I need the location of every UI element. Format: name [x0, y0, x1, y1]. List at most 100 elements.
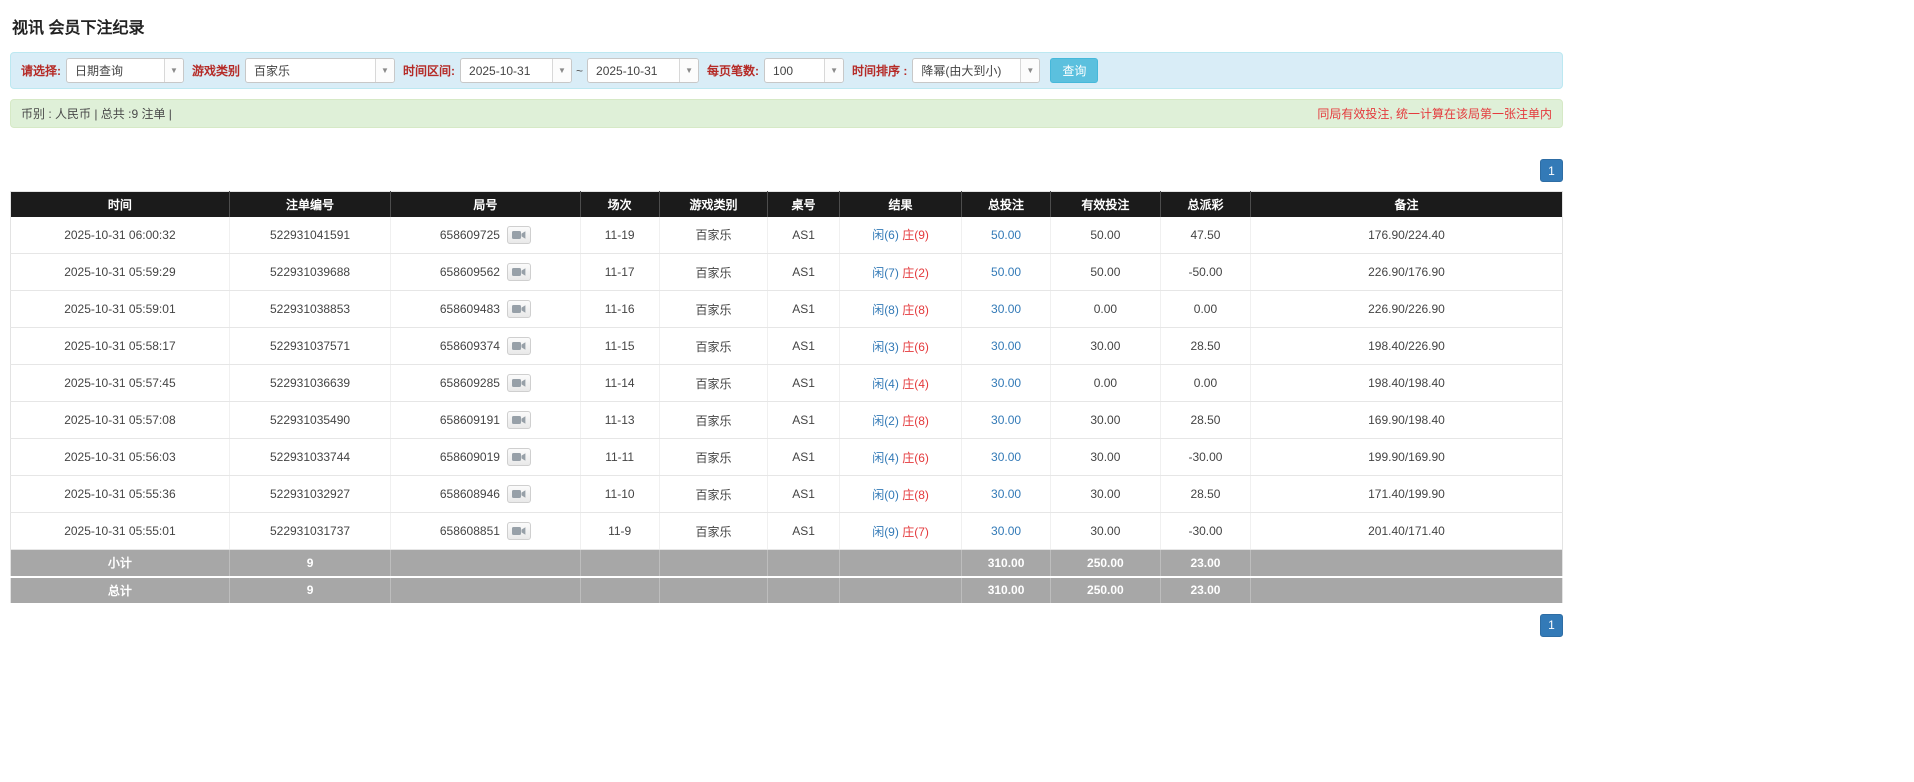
summary-empty-cell: [767, 576, 840, 605]
sort-order-label: 时间排序 :: [852, 64, 908, 78]
cell-table-no: AS1: [767, 290, 840, 328]
video-camera-icon[interactable]: [506, 225, 531, 244]
cell-session: 11-13: [580, 401, 660, 439]
cell-round-id: 658608851: [390, 512, 581, 550]
cell-result: 闲(8) 庄(8): [839, 290, 963, 328]
total-bet-link[interactable]: 50.00: [991, 265, 1021, 279]
summary-empty-cell: [390, 576, 581, 605]
video-camera-icon[interactable]: [506, 337, 531, 355]
chevron-down-icon[interactable]: ▼: [164, 59, 183, 82]
column-header-8: 有效投注: [1050, 191, 1161, 217]
query-button[interactable]: 查询: [1050, 58, 1099, 83]
date-range-tilde: ~: [576, 63, 584, 78]
cell-payout: 28.50: [1160, 401, 1251, 439]
cell-table-no: AS1: [767, 327, 840, 365]
cell-result: 闲(7) 庄(2): [839, 253, 963, 291]
result-banker: 庄(8): [902, 487, 929, 502]
cell-result: 闲(6) 庄(9): [839, 216, 963, 254]
chevron-down-icon[interactable]: ▼: [375, 59, 395, 82]
cell-time: 2025-10-31 05:57:45: [10, 364, 230, 402]
total-bet-link[interactable]: 30.00: [991, 413, 1021, 427]
summary-empty-cell: [659, 576, 769, 605]
total-bet-link[interactable]: 30.00: [991, 302, 1021, 316]
cell-game-type: 百家乐: [659, 290, 769, 328]
table-row: 2025-10-31 05:59:01 522931038853 658609483…: [10, 290, 1563, 328]
column-header-5: 桌号: [767, 191, 840, 217]
cell-payout: 28.50: [1160, 327, 1251, 365]
video-camera-icon[interactable]: [506, 485, 531, 503]
summary-count: 9: [229, 549, 392, 578]
per-page-select[interactable]: 100 ▼: [764, 58, 845, 83]
video-camera-icon[interactable]: [506, 522, 531, 540]
result-banker: 庄(4): [902, 376, 929, 391]
cell-game-type: 百家乐: [659, 438, 769, 476]
round-id-text: 658609374: [439, 339, 500, 353]
video-camera-icon[interactable]: [506, 300, 531, 318]
chevron-down-icon[interactable]: ▼: [679, 59, 699, 82]
result-banker: 庄(9): [902, 228, 929, 243]
cell-payout: 28.50: [1160, 475, 1251, 513]
round-id-text: 658609483: [439, 302, 500, 316]
chevron-down-icon[interactable]: ▼: [552, 59, 572, 82]
cell-remark: 171.40/199.90: [1250, 475, 1563, 513]
cell-time: 2025-10-31 06:00:32: [10, 216, 230, 254]
cell-total-bet: 30.00: [961, 438, 1051, 476]
total-bet-link[interactable]: 30.00: [991, 487, 1021, 501]
table-row: 2025-10-31 05:57:08 522931035490 658609191…: [10, 401, 1563, 439]
cell-total-bet: 50.00: [961, 253, 1051, 291]
cell-time: 2025-10-31 05:59:01: [10, 290, 230, 328]
video-camera-icon[interactable]: [506, 374, 531, 392]
cell-time: 2025-10-31 05:55:36: [10, 475, 230, 513]
total-bet-link[interactable]: 50.00: [991, 228, 1021, 242]
total-bet-link[interactable]: 30.00: [991, 339, 1021, 353]
table-body: 2025-10-31 06:00:32 522931041591 658609725…: [10, 216, 1563, 550]
cell-game-type: 百家乐: [659, 327, 769, 365]
summary-empty-cell: [839, 549, 963, 578]
total-bet-link[interactable]: 30.00: [991, 524, 1021, 538]
cell-round-id: 658609285: [390, 364, 581, 402]
round-id-text: 658609285: [439, 376, 500, 390]
date-to-value: 2025-10-31: [596, 63, 658, 78]
cell-game-type: 百家乐: [659, 216, 769, 254]
cell-total-bet: 30.00: [961, 327, 1051, 365]
page-button[interactable]: 1: [1540, 613, 1563, 637]
total-bet-link[interactable]: 30.00: [991, 376, 1021, 390]
result-player: 闲(8): [872, 302, 899, 317]
cell-table-no: AS1: [767, 364, 840, 402]
cell-time: 2025-10-31 05:58:17: [10, 327, 230, 365]
cell-time: 2025-10-31 05:59:29: [10, 253, 230, 291]
rule-note-text: 同局有效投注, 统一计算在该局第一张注单内: [1317, 107, 1552, 121]
date-from-value: 2025-10-31: [469, 63, 531, 78]
table-footer: 小计 9 310.00 250.00 23.00 总计 9 310.00 250.00 23.00: [10, 549, 1563, 605]
cell-total-bet: 30.00: [961, 401, 1051, 439]
cell-remark: 226.90/226.90: [1250, 290, 1563, 328]
per-page-label: 每页笔数:: [707, 64, 760, 78]
cell-game-type: 百家乐: [659, 475, 769, 513]
page-button[interactable]: 1: [1540, 159, 1563, 182]
cell-valid-bet: 30.00: [1050, 327, 1161, 365]
result-banker: 庄(8): [902, 302, 929, 317]
result-player: 闲(7): [872, 265, 899, 280]
cell-table-no: AS1: [767, 475, 840, 513]
chevron-down-icon[interactable]: ▼: [824, 59, 844, 82]
cell-round-id: 658609562: [390, 253, 581, 291]
date-from-input[interactable]: 2025-10-31 ▼: [460, 58, 573, 83]
cell-valid-bet: 30.00: [1050, 401, 1161, 439]
video-camera-icon[interactable]: [506, 448, 531, 466]
video-camera-icon[interactable]: [506, 263, 531, 281]
game-type-select[interactable]: 百家乐 ▼: [245, 58, 396, 83]
total-bet-link[interactable]: 30.00: [991, 450, 1021, 464]
query-type-select[interactable]: 日期查询 ▼: [66, 58, 184, 83]
cell-total-bet: 50.00: [961, 216, 1051, 254]
video-camera-icon[interactable]: [506, 411, 531, 429]
sort-order-value: 降幂(由大到小): [921, 64, 1002, 78]
date-to-input[interactable]: 2025-10-31 ▼: [587, 58, 700, 83]
sort-order-select[interactable]: 降幂(由大到小) ▼: [912, 58, 1041, 83]
chevron-down-icon[interactable]: ▼: [1020, 59, 1040, 82]
cell-valid-bet: 0.00: [1050, 290, 1161, 328]
cell-remark: 169.90/198.40: [1250, 401, 1563, 439]
table-row: 2025-10-31 05:58:17 522931037571 658609374…: [10, 327, 1563, 365]
game-type-label: 游戏类别: [192, 64, 241, 78]
summary-payout: 23.00: [1160, 576, 1251, 605]
column-header-6: 结果: [839, 191, 963, 217]
